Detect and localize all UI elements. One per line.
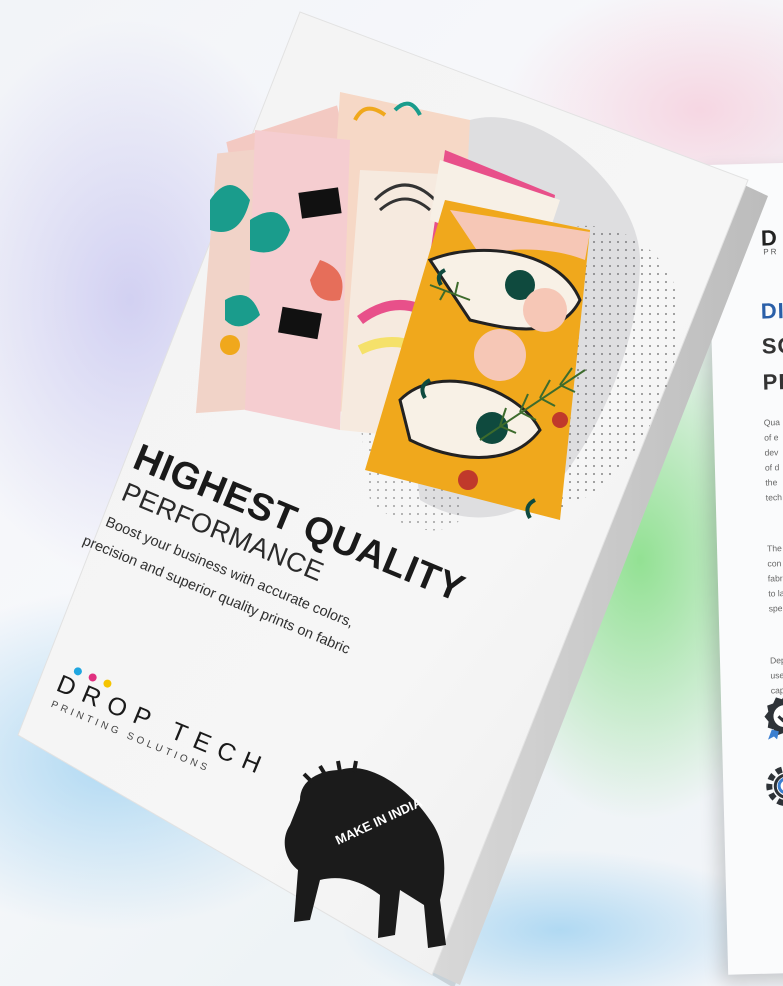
book-cover-front: HIGHEST QUALITY PERFORMANCE Boost your b… [17, 11, 768, 986]
